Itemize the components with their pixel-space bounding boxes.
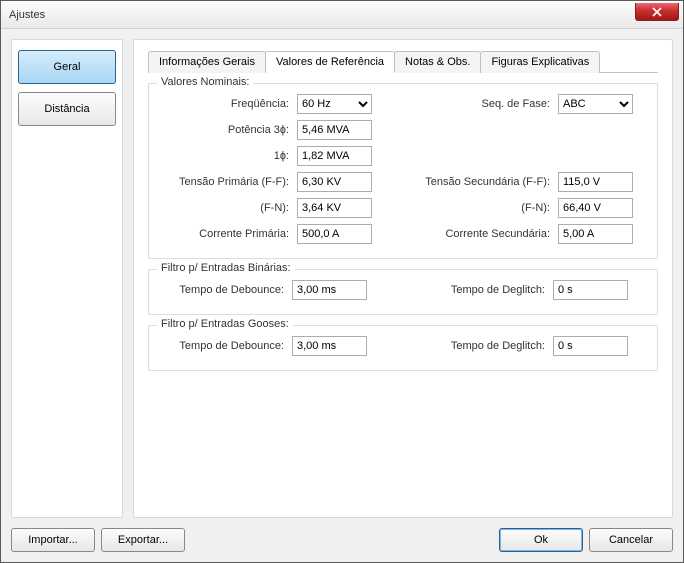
label-debounce-goose: Tempo de Debounce: bbox=[157, 340, 292, 352]
group-title: Filtro p/ Entradas Gooses: bbox=[157, 318, 293, 330]
label-tensao-secundaria-fn: (F-N): bbox=[403, 202, 558, 214]
exportar-button[interactable]: Exportar... bbox=[101, 528, 185, 552]
input-corrente-secundaria[interactable] bbox=[558, 224, 633, 244]
group-filtro-binarias: Filtro p/ Entradas Binárias: Tempo de De… bbox=[148, 269, 658, 315]
label-frequencia: Freqüência: bbox=[157, 98, 297, 110]
tab-informacoes-gerais[interactable]: Informações Gerais bbox=[148, 51, 266, 73]
label-tensao-secundaria-ff: Tensão Secundária (F-F): bbox=[403, 176, 558, 188]
tab-label: Notas & Obs. bbox=[405, 56, 470, 68]
label-seq-fase: Seq. de Fase: bbox=[403, 98, 558, 110]
label-debounce-bin: Tempo de Debounce: bbox=[157, 284, 292, 296]
footer: Importar... Exportar... Ok Cancelar bbox=[11, 518, 673, 552]
content: Geral Distância Informações Gerais Valor… bbox=[1, 29, 683, 562]
label-corrente-secundaria: Corrente Secundária: bbox=[403, 228, 558, 240]
select-frequencia[interactable]: 60 Hz bbox=[297, 94, 372, 114]
cancelar-button[interactable]: Cancelar bbox=[589, 528, 673, 552]
label-potencia-1f: 1ɸ: bbox=[157, 150, 297, 162]
sidebar-item-label: Distância bbox=[44, 103, 89, 115]
label-tensao-primaria-fn: (F-N): bbox=[157, 202, 297, 214]
sidebar-item-distancia[interactable]: Distância bbox=[18, 92, 116, 126]
input-deglitch-goose[interactable] bbox=[553, 336, 628, 356]
sidebar: Geral Distância bbox=[11, 39, 123, 518]
input-debounce-bin[interactable] bbox=[292, 280, 367, 300]
input-tensao-primaria-fn[interactable] bbox=[297, 198, 372, 218]
label-potencia-3f: Potência 3ɸ: bbox=[157, 124, 297, 136]
button-label: Importar... bbox=[28, 534, 78, 546]
close-button[interactable] bbox=[635, 3, 679, 21]
sidebar-item-label: Geral bbox=[54, 61, 81, 73]
titlebar[interactable]: Ajustes bbox=[1, 1, 683, 29]
group-title: Valores Nominais: bbox=[157, 76, 253, 88]
tab-label: Figuras Explicativas bbox=[491, 56, 589, 68]
button-label: Ok bbox=[534, 534, 548, 546]
ok-button[interactable]: Ok bbox=[499, 528, 583, 552]
input-deglitch-bin[interactable] bbox=[553, 280, 628, 300]
input-tensao-secundaria-fn[interactable] bbox=[558, 198, 633, 218]
group-valores-nominais: Valores Nominais: Freqüência: 60 Hz Seq.… bbox=[148, 83, 658, 259]
input-debounce-goose[interactable] bbox=[292, 336, 367, 356]
main-panel: Informações Gerais Valores de Referência… bbox=[133, 39, 673, 518]
tab-bar: Informações Gerais Valores de Referência… bbox=[148, 50, 658, 73]
window-title: Ajustes bbox=[9, 9, 45, 21]
sidebar-item-geral[interactable]: Geral bbox=[18, 50, 116, 84]
select-seq-fase[interactable]: ABC bbox=[558, 94, 633, 114]
group-filtro-gooses: Filtro p/ Entradas Gooses: Tempo de Debo… bbox=[148, 325, 658, 371]
label-tensao-primaria-ff: Tensão Primária (F-F): bbox=[157, 176, 297, 188]
tab-valores-referencia[interactable]: Valores de Referência bbox=[265, 51, 395, 73]
input-potencia-1f[interactable] bbox=[297, 146, 372, 166]
label-deglitch-goose: Tempo de Deglitch: bbox=[403, 340, 553, 352]
label-deglitch-bin: Tempo de Deglitch: bbox=[403, 284, 553, 296]
tab-figuras-explicativas[interactable]: Figuras Explicativas bbox=[480, 51, 600, 73]
input-tensao-primaria-ff[interactable] bbox=[297, 172, 372, 192]
tab-label: Valores de Referência bbox=[276, 56, 384, 68]
main-row: Geral Distância Informações Gerais Valor… bbox=[11, 39, 673, 518]
input-potencia-3f[interactable] bbox=[297, 120, 372, 140]
button-label: Exportar... bbox=[118, 534, 168, 546]
tab-notas-obs[interactable]: Notas & Obs. bbox=[394, 51, 481, 73]
settings-window: Ajustes Geral Distância Informações Gera… bbox=[0, 0, 684, 563]
input-tensao-secundaria-ff[interactable] bbox=[558, 172, 633, 192]
group-title: Filtro p/ Entradas Binárias: bbox=[157, 262, 295, 274]
label-corrente-primaria: Corrente Primária: bbox=[157, 228, 297, 240]
button-label: Cancelar bbox=[609, 534, 653, 546]
close-icon bbox=[652, 7, 662, 17]
tab-label: Informações Gerais bbox=[159, 56, 255, 68]
input-corrente-primaria[interactable] bbox=[297, 224, 372, 244]
importar-button[interactable]: Importar... bbox=[11, 528, 95, 552]
